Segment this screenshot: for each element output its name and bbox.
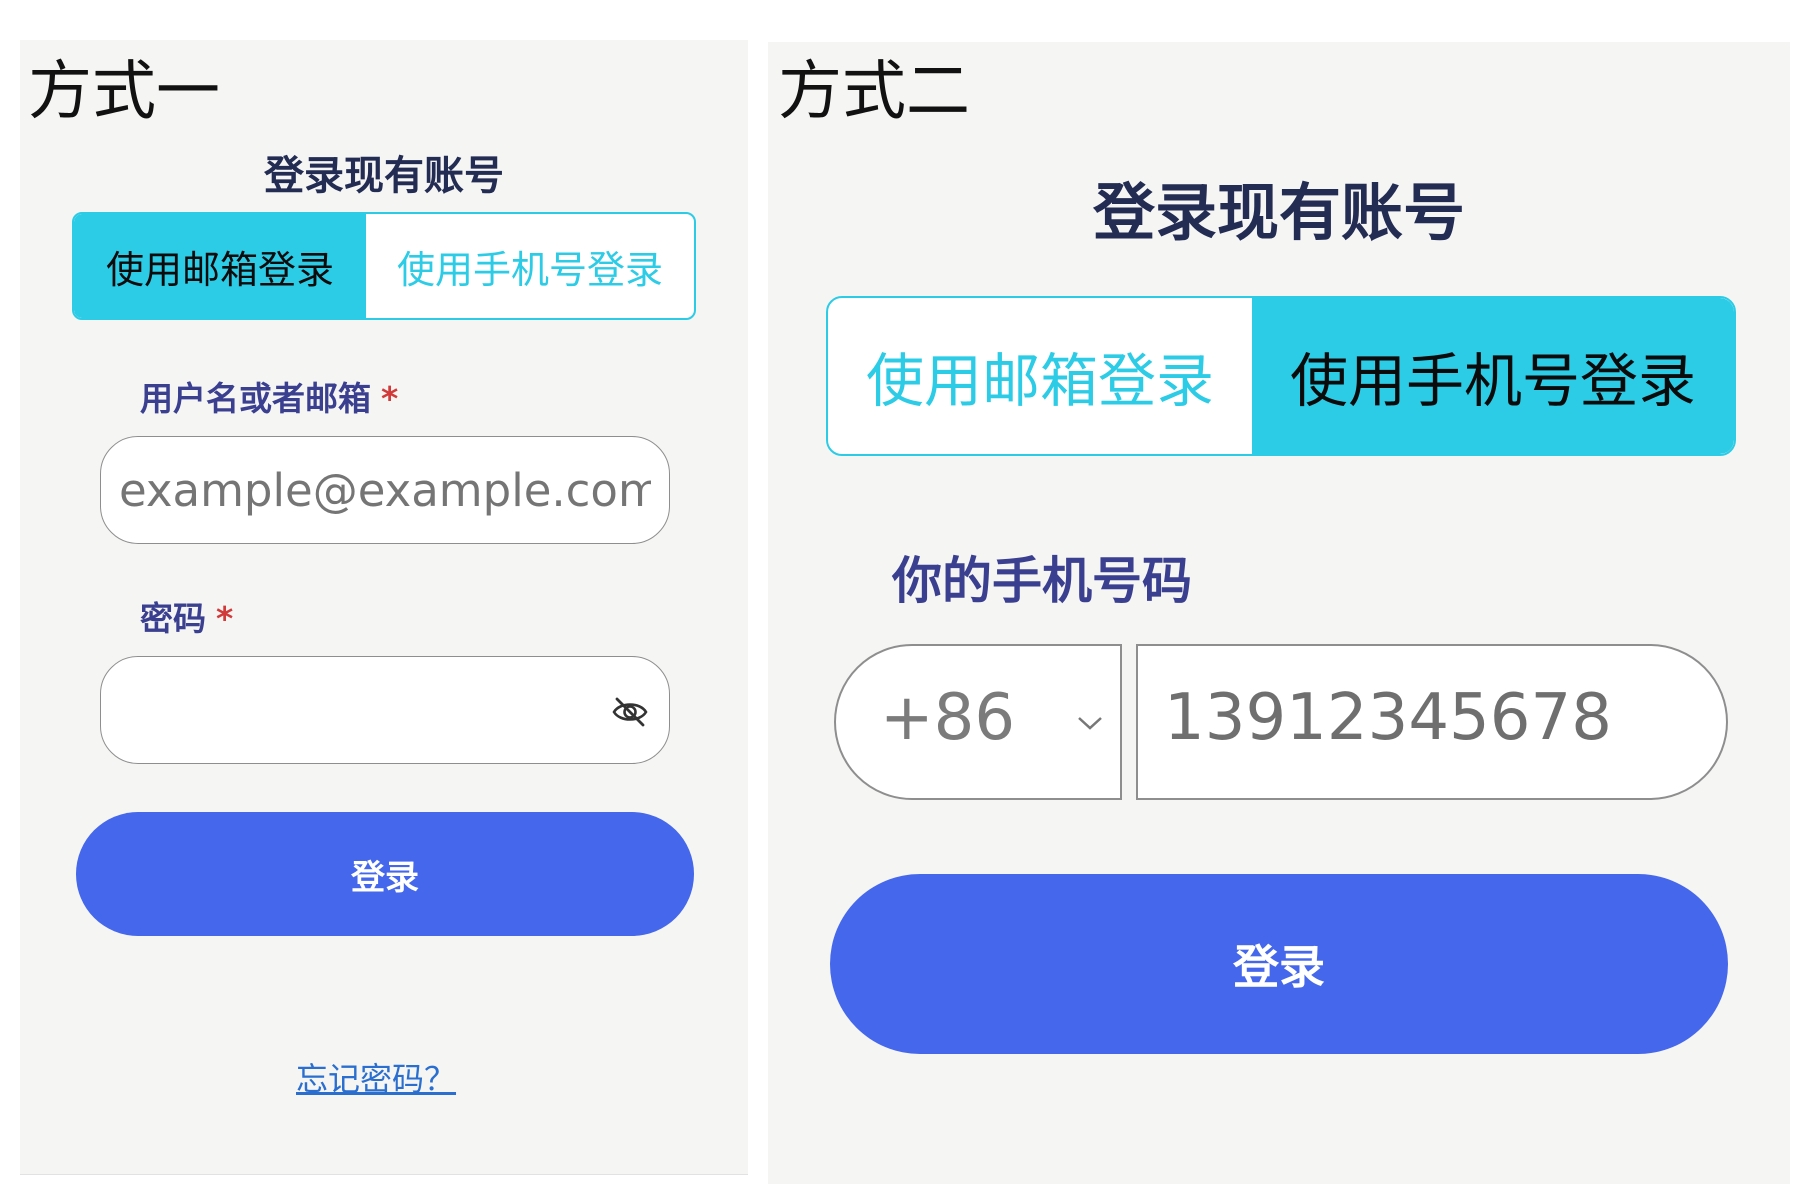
phone-label: 你的手机号码	[892, 552, 1192, 610]
eye-off-icon[interactable]	[611, 695, 649, 729]
required-mark: *	[381, 379, 399, 418]
login-button[interactable]: 登录	[76, 812, 694, 936]
country-code-select[interactable]: +86	[834, 644, 1122, 800]
login-method-tabs: 使用邮箱登录 使用手机号登录	[72, 212, 696, 320]
login-button[interactable]: 登录	[830, 874, 1728, 1054]
method-one-panel: 方式一 登录现有账号 使用邮箱登录 使用手机号登录 用户名或者邮箱 * 密码 * 登…	[20, 40, 748, 1175]
password-label: 密码 *	[140, 602, 233, 635]
phone-number-value: 13912345678	[1164, 681, 1612, 755]
method-two-label: 方式二	[778, 55, 970, 129]
country-code-value: +86	[880, 681, 1016, 755]
page-title: 登录现有账号	[1092, 176, 1465, 249]
password-label-text: 密码	[140, 599, 206, 638]
required-mark: *	[216, 599, 234, 638]
phone-number-input[interactable]: 13912345678	[1136, 644, 1728, 800]
method-two-panel: 方式二 登录现有账号 使用邮箱登录 使用手机号登录 你的手机号码 +86 139…	[768, 42, 1790, 1184]
tab-phone-login[interactable]: 使用手机号登录	[1252, 298, 1734, 454]
forgot-password-link[interactable]: 忘记密码？	[296, 1054, 456, 1100]
username-label-text: 用户名或者邮箱	[140, 379, 371, 418]
method-one-label: 方式一	[28, 55, 220, 129]
page-title: 登录现有账号	[264, 153, 504, 199]
username-input[interactable]	[100, 436, 670, 544]
tab-email-login[interactable]: 使用邮箱登录	[828, 298, 1252, 454]
password-input[interactable]	[100, 656, 670, 764]
login-method-tabs: 使用邮箱登录 使用手机号登录	[826, 296, 1736, 456]
chevron-down-icon	[1076, 714, 1104, 732]
tab-email-login[interactable]: 使用邮箱登录	[74, 214, 366, 318]
tab-phone-login[interactable]: 使用手机号登录	[366, 214, 694, 318]
username-label: 用户名或者邮箱 *	[140, 382, 398, 415]
